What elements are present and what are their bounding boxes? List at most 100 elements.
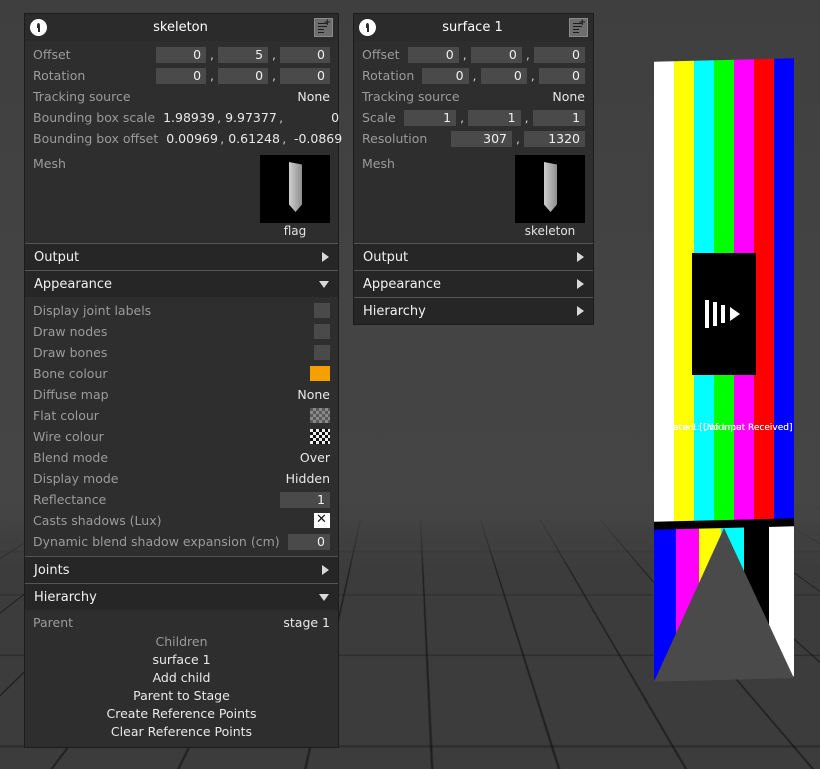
chevron-right-icon[interactable] [577, 306, 584, 316]
numeric-field[interactable]: 0 [481, 68, 527, 84]
section-header-output[interactable]: Output [25, 243, 338, 270]
checkbox[interactable] [314, 324, 330, 339]
appearance-row[interactable]: Blend modeOver [25, 447, 338, 468]
section-header-output[interactable]: Output [354, 243, 593, 270]
add-note-icon[interactable]: + [314, 18, 333, 37]
section-header-hierarchy[interactable]: Hierarchy [25, 583, 338, 610]
hierarchy-child-item[interactable]: surface 1 [25, 651, 338, 669]
appearance-row[interactable]: Dynamic blend shadow expansion (cm)0 [25, 531, 338, 552]
property-row[interactable]: Tracking sourceNone [354, 86, 593, 107]
appearance-value[interactable]: None [297, 387, 330, 402]
section-header-appearance[interactable]: Appearance [25, 270, 338, 297]
numeric-field[interactable]: 1 [404, 110, 456, 126]
chevron-down-icon[interactable] [319, 594, 329, 601]
chevron-right-icon[interactable] [322, 252, 329, 262]
numeric-field[interactable]: 1 [280, 492, 330, 508]
appearance-row[interactable]: Draw bones [25, 342, 338, 363]
numeric-field[interactable]: 0 [288, 534, 330, 550]
appearance-row[interactable]: Flat colour [25, 405, 338, 426]
appearance-row[interactable]: Display joint labels [25, 300, 338, 321]
flag-object[interactable]: skeleton: [Unformat Received] surface 1:… [654, 60, 794, 670]
skeleton-properties-panel[interactable]: skeleton + Offset0,5,0Rotation0,0,0Track… [24, 13, 339, 748]
property-row[interactable]: Bounding box scale1.98939,9.97377,0 [25, 107, 338, 128]
appearance-row[interactable]: Diffuse mapNone [25, 384, 338, 405]
property-value[interactable]: None [552, 89, 585, 104]
property-value[interactable]: -0.0869 [290, 131, 342, 146]
numeric-field[interactable]: 0 [534, 47, 585, 63]
pin-icon[interactable] [30, 19, 47, 36]
numeric-field[interactable]: 307 [451, 131, 512, 147]
appearance-row[interactable]: Bone colour [25, 363, 338, 384]
numeric-field[interactable]: 1 [468, 110, 520, 126]
property-value[interactable]: None [297, 89, 330, 104]
checkbox[interactable] [314, 513, 330, 528]
surface-properties-panel[interactable]: surface 1 + Offset0,0,0Rotation0,0,0Trac… [353, 13, 594, 325]
property-row[interactable]: Rotation0,0,0 [354, 65, 593, 86]
skeleton-panel-titlebar[interactable]: skeleton + [25, 14, 338, 41]
property-row[interactable]: Scale1,1,1 [354, 107, 593, 128]
surface-mesh-thumbnail-wrap[interactable]: skeleton [515, 155, 585, 238]
surface-mesh-thumbnail[interactable] [515, 155, 585, 223]
property-value[interactable]: 0 [287, 110, 339, 125]
hierarchy-action-item[interactable]: Add child [25, 669, 338, 687]
appearance-value[interactable]: Hidden [286, 471, 330, 486]
chevron-right-icon[interactable] [322, 565, 329, 575]
property-row[interactable]: Bounding box offset0.00969,0.61248,-0.08… [25, 128, 338, 149]
skeleton-mesh-thumbnail[interactable] [260, 155, 330, 223]
colour-swatch[interactable] [310, 366, 330, 381]
numeric-field[interactable]: 0 [218, 68, 268, 84]
appearance-row[interactable]: Wire colour [25, 426, 338, 447]
numeric-field[interactable]: 0 [156, 68, 206, 84]
chevron-right-icon[interactable] [577, 279, 584, 289]
colour-swatch[interactable] [310, 408, 330, 423]
appearance-value[interactable]: Over [300, 450, 330, 465]
section-header-appearance[interactable]: Appearance [354, 270, 593, 297]
surface-panel-titlebar[interactable]: surface 1 + [354, 14, 593, 41]
separator: , [210, 47, 214, 62]
property-row[interactable]: Rotation0,0,0 [25, 65, 338, 86]
add-note-icon[interactable]: + [569, 18, 588, 37]
numeric-field[interactable]: 0 [280, 47, 330, 63]
numeric-field[interactable]: 0 [280, 68, 330, 84]
hierarchy-parent-value[interactable]: stage 1 [283, 615, 330, 630]
property-value[interactable]: 0.00969 [166, 131, 216, 146]
property-row[interactable]: Tracking sourceNone [25, 86, 338, 107]
numeric-field[interactable]: 0 [408, 47, 459, 63]
property-value[interactable]: 9.97377 [225, 110, 275, 125]
surface-mesh-row[interactable]: Mesh skeleton [354, 153, 593, 243]
pin-icon[interactable] [359, 19, 376, 36]
property-value[interactable]: 1.98939 [163, 110, 213, 125]
numeric-field[interactable]: 0 [422, 68, 468, 84]
hierarchy-parent-row[interactable]: Parent stage 1 [25, 612, 338, 633]
appearance-row[interactable]: Reflectance1 [25, 489, 338, 510]
numeric-field[interactable]: 1 [533, 110, 585, 126]
hierarchy-action-item[interactable]: Clear Reference Points [25, 723, 338, 741]
checkbox[interactable] [314, 345, 330, 360]
property-row[interactable]: Resolution307,1320 [354, 128, 593, 149]
numeric-field[interactable]: 0 [471, 47, 522, 63]
hierarchy-action-item[interactable]: Parent to Stage [25, 687, 338, 705]
surface-sections: OutputAppearanceHierarchy [354, 243, 593, 324]
skeleton-mesh-thumbnail-wrap[interactable]: flag [260, 155, 330, 238]
skeleton-property-rows: Offset0,5,0Rotation0,0,0Tracking sourceN… [25, 41, 338, 153]
property-row[interactable]: Offset0,0,0 [354, 44, 593, 65]
colour-swatch[interactable] [310, 429, 330, 444]
property-value[interactable]: 0.61248 [228, 131, 278, 146]
appearance-label: Bone colour [33, 366, 108, 381]
section-header-hierarchy[interactable]: Hierarchy [354, 297, 593, 324]
appearance-row[interactable]: Display modeHidden [25, 468, 338, 489]
property-row[interactable]: Offset0,5,0 [25, 44, 338, 65]
checkbox[interactable] [314, 303, 330, 318]
numeric-field[interactable]: 0 [539, 68, 585, 84]
hierarchy-action-item[interactable]: Create Reference Points [25, 705, 338, 723]
chevron-right-icon[interactable] [577, 252, 584, 262]
numeric-field[interactable]: 1320 [524, 131, 585, 147]
skeleton-mesh-row[interactable]: Mesh flag [25, 153, 338, 243]
chevron-down-icon[interactable] [319, 281, 329, 288]
numeric-field[interactable]: 0 [156, 47, 206, 63]
numeric-field[interactable]: 5 [218, 47, 268, 63]
appearance-row[interactable]: Casts shadows (Lux) [25, 510, 338, 531]
appearance-row[interactable]: Draw nodes [25, 321, 338, 342]
section-header-joints[interactable]: Joints [25, 556, 338, 583]
appearance-label: Wire colour [33, 429, 104, 444]
